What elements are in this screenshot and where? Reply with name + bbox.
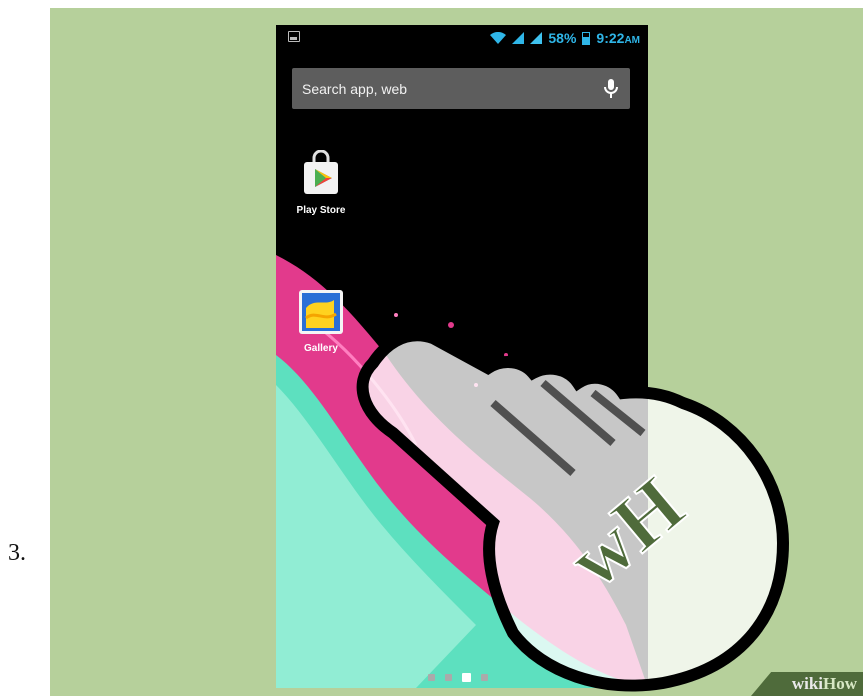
battery-icon (582, 31, 591, 45)
search-bar[interactable]: Search app, web (292, 68, 630, 109)
pointing-hand-icon: wH (356, 333, 790, 692)
illustration-panel: 58% 9:22AM Search app, web Play Store Ga… (50, 8, 863, 696)
screenshot-icon (288, 31, 300, 42)
search-placeholder: Search app, web (302, 80, 408, 97)
signal-icon-2 (530, 32, 543, 44)
watermark-how: How (823, 674, 857, 693)
play-store-icon (304, 149, 338, 194)
microphone-icon[interactable] (602, 77, 620, 101)
battery-percent: 58% (548, 30, 577, 46)
clock: 9:22AM (596, 30, 640, 46)
step-number: 3. (8, 540, 26, 566)
status-bar: 58% 9:22AM (276, 25, 648, 51)
wifi-icon (490, 32, 507, 44)
gallery-icon (299, 290, 343, 334)
app-label: Play Store (296, 205, 346, 216)
signal-icon (512, 32, 525, 44)
app-play-store[interactable]: Play Store (286, 149, 356, 216)
watermark-wiki: wiki (791, 674, 823, 693)
